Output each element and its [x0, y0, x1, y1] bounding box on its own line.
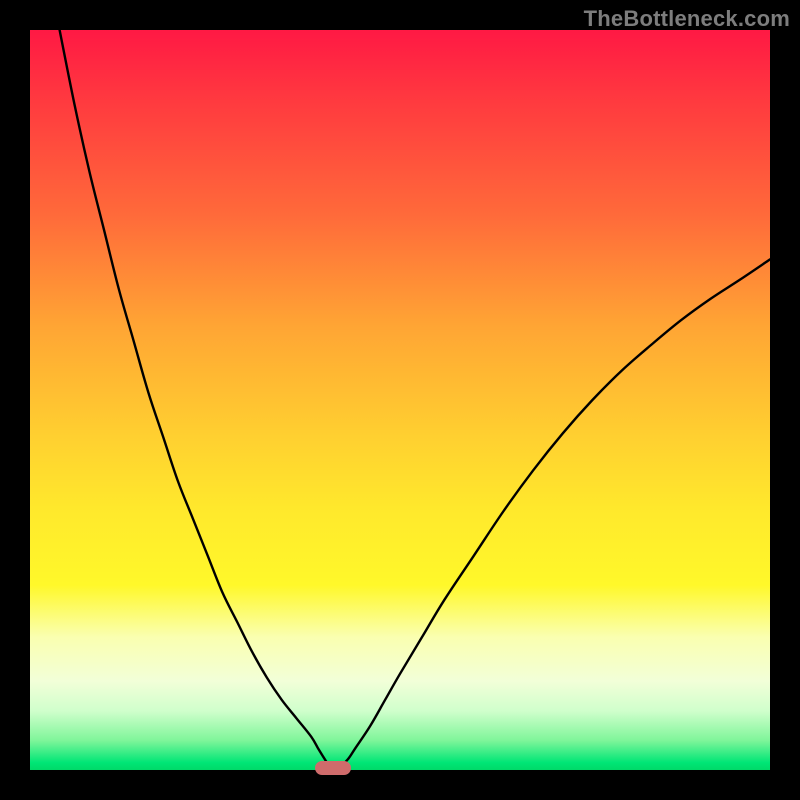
- curve-layer: [30, 30, 770, 770]
- chart-frame: TheBottleneck.com: [0, 0, 800, 800]
- bottleneck-marker: [315, 761, 351, 775]
- plot-area: [30, 30, 770, 770]
- watermark-text: TheBottleneck.com: [584, 6, 790, 32]
- right-branch-curve: [341, 259, 770, 766]
- left-branch-curve: [60, 30, 330, 766]
